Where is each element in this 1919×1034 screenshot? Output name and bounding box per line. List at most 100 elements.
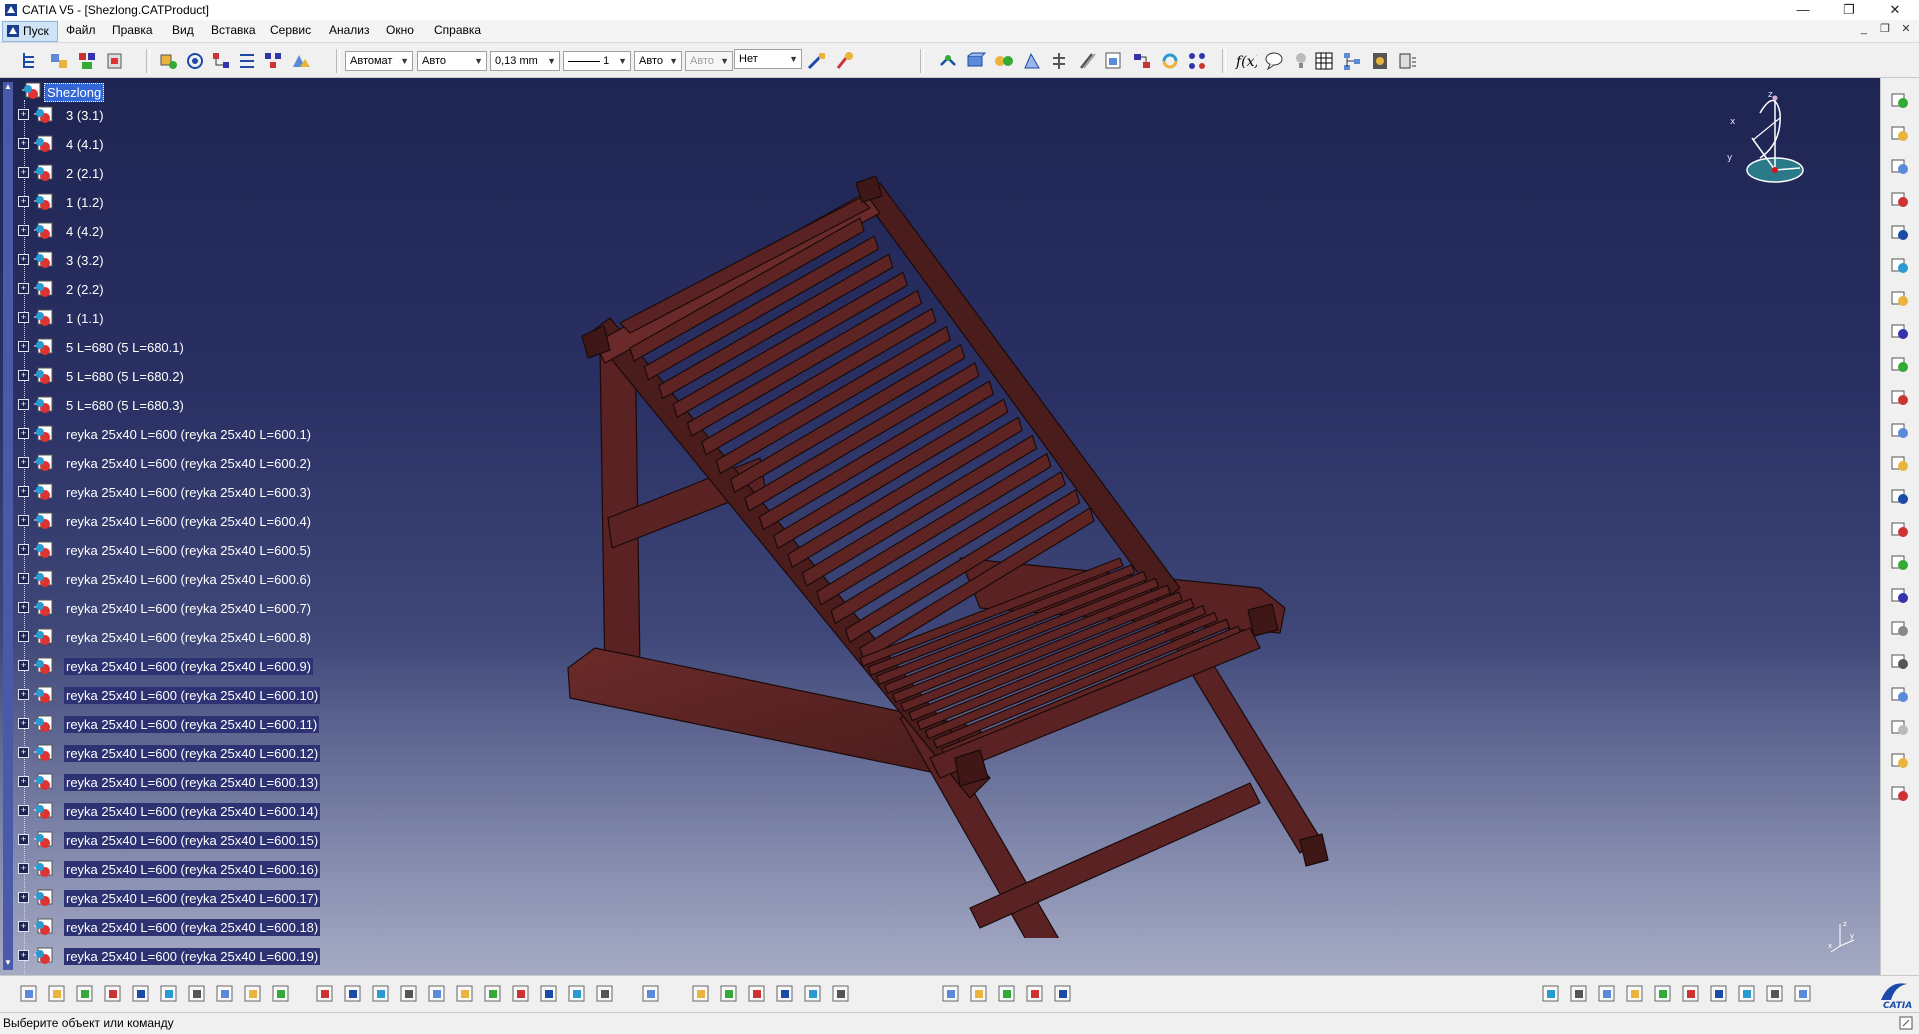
swap-space-icon[interactable] <box>594 983 616 1005</box>
annotation-view-icon[interactable] <box>1652 983 1674 1005</box>
scroll-up-icon[interactable]: ▲ <box>3 82 13 94</box>
table-icon[interactable] <box>1313 50 1335 72</box>
menu-insert[interactable]: Вставка <box>211 23 256 37</box>
weld-icon[interactable] <box>1889 783 1911 805</box>
expand-plus-icon[interactable]: + <box>18 457 29 468</box>
fix-together-icon[interactable] <box>1076 50 1098 72</box>
color-combo[interactable]: Автомат ▼ <box>345 51 413 71</box>
constraint-offset-icon[interactable] <box>993 50 1015 72</box>
expand-plus-icon[interactable]: + <box>18 631 29 642</box>
menu-analysis[interactable]: Анализ <box>329 23 370 37</box>
expand-plus-icon[interactable]: + <box>18 660 29 671</box>
quick-constraint-icon[interactable] <box>1103 50 1125 72</box>
menu-tools[interactable]: Сервис <box>270 23 311 37</box>
product-icon[interactable] <box>48 50 70 72</box>
annotation-icon[interactable] <box>1889 618 1911 640</box>
expand-plus-icon[interactable]: + <box>18 573 29 584</box>
reuse-pattern-icon[interactable] <box>1186 50 1208 72</box>
multi-view-icon[interactable] <box>746 983 768 1005</box>
redo-icon[interactable] <box>242 983 264 1005</box>
flexible-rigid-icon[interactable] <box>1131 50 1153 72</box>
compass-widget[interactable]: z x y <box>1720 88 1820 198</box>
existing-component-icon[interactable] <box>158 50 180 72</box>
apply-material-icon[interactable] <box>1889 90 1911 112</box>
explode-icon[interactable] <box>1889 255 1911 277</box>
scenes-icon[interactable] <box>1889 486 1911 508</box>
3d-viewport[interactable]: ▲ ▼ Shezlong +3 (3.1) +4 (4.1) +2 (2.1) +1 (… <box>0 78 1880 975</box>
start-menu[interactable]: Пуск <box>2 21 58 42</box>
properties-brush-icon[interactable] <box>834 50 856 72</box>
lighting-icon[interactable] <box>996 983 1018 1005</box>
expand-plus-icon[interactable]: + <box>18 747 29 758</box>
close-button[interactable]: ✕ <box>1872 0 1918 20</box>
rotate-view-icon[interactable] <box>398 983 420 1005</box>
catalog-icon[interactable] <box>1369 50 1391 72</box>
expand-plus-icon[interactable]: + <box>18 921 29 932</box>
snap-icon[interactable] <box>1889 222 1911 244</box>
tree-scrollbar[interactable]: ▲ ▼ <box>3 82 13 970</box>
replace-component-icon[interactable] <box>184 50 206 72</box>
open-file-icon[interactable] <box>46 983 68 1005</box>
component-icon[interactable] <box>76 50 98 72</box>
reorder-tree-icon[interactable] <box>1596 983 1618 1005</box>
text-with-leader-icon[interactable] <box>1889 651 1911 673</box>
expand-plus-icon[interactable]: + <box>18 225 29 236</box>
3d-annotation-icon[interactable] <box>1889 750 1911 772</box>
constraint-coincidence-icon[interactable] <box>938 50 960 72</box>
catia-app-icon[interactable] <box>4 3 18 17</box>
mdi-restore-button[interactable]: ❐ <box>1876 22 1894 35</box>
part-icon[interactable] <box>104 50 126 72</box>
menu-edit[interactable]: Правка <box>112 23 153 37</box>
select-mode-icon[interactable] <box>1889 156 1911 178</box>
fix-component-icon[interactable] <box>1048 50 1070 72</box>
light-bulb-icon[interactable] <box>1290 50 1312 72</box>
menu-help[interactable]: Справка <box>434 23 481 37</box>
point-type-combo[interactable]: Авто ▼ <box>634 51 682 71</box>
plane-icon[interactable] <box>940 983 962 1005</box>
update-icon[interactable] <box>1159 50 1181 72</box>
zoom-out-icon[interactable] <box>454 983 476 1005</box>
constraint-angle-icon[interactable] <box>1021 50 1043 72</box>
reorder-icon[interactable] <box>236 50 258 72</box>
expand-plus-icon[interactable]: + <box>18 254 29 265</box>
tree-view-icon[interactable] <box>20 50 42 72</box>
menu-file[interactable]: Файл <box>66 23 96 37</box>
graph-tree-icon[interactable] <box>210 50 232 72</box>
catalog-sel-icon[interactable] <box>1708 983 1730 1005</box>
depth-effect-icon[interactable] <box>1024 983 1046 1005</box>
measure-inertia-icon[interactable] <box>1889 420 1911 442</box>
expand-plus-icon[interactable]: + <box>18 515 29 526</box>
menu-window[interactable]: Окно <box>386 23 414 37</box>
chair-3d-model[interactable] <box>560 118 1340 938</box>
apply-material-bottom-icon[interactable] <box>968 983 990 1005</box>
cycle-icon[interactable] <box>830 983 852 1005</box>
expand-plus-icon[interactable]: + <box>18 312 29 323</box>
copy-icon[interactable] <box>158 983 180 1005</box>
print-icon[interactable] <box>102 983 124 1005</box>
iso-view-icon[interactable] <box>510 983 532 1005</box>
expand-plus-icon[interactable]: + <box>18 109 29 120</box>
flag-note-icon[interactable] <box>1889 684 1911 706</box>
render-style-icon[interactable] <box>538 983 560 1005</box>
publication-icon[interactable] <box>1624 983 1646 1005</box>
clash-icon[interactable] <box>1889 288 1911 310</box>
line-thickness-combo[interactable]: 0,13 mm ▼ <box>490 51 560 71</box>
select-arrow-icon[interactable] <box>1889 123 1911 145</box>
comment-icon[interactable] <box>1263 50 1285 72</box>
layer-combo[interactable]: Нет ▼ <box>734 49 802 69</box>
fix-hole-icon[interactable] <box>802 983 824 1005</box>
expand-plus-icon[interactable]: + <box>18 486 29 497</box>
multi-instantiation-icon[interactable] <box>290 50 312 72</box>
knowledge-tree-icon[interactable] <box>1341 50 1363 72</box>
axis-system-icon[interactable] <box>640 983 662 1005</box>
generate-numbering-icon[interactable] <box>1680 983 1702 1005</box>
view-icon[interactable] <box>1889 717 1911 739</box>
expand-plus-icon[interactable]: + <box>18 602 29 613</box>
expand-plus-icon[interactable]: + <box>18 283 29 294</box>
knowledge-icon[interactable] <box>1792 983 1814 1005</box>
fit-all-icon[interactable] <box>342 983 364 1005</box>
expand-plus-icon[interactable]: + <box>18 167 29 178</box>
bill-of-material-icon[interactable] <box>1889 453 1911 475</box>
constraint-contact-icon[interactable] <box>965 50 987 72</box>
enhanced-scene-icon[interactable] <box>1889 519 1911 541</box>
